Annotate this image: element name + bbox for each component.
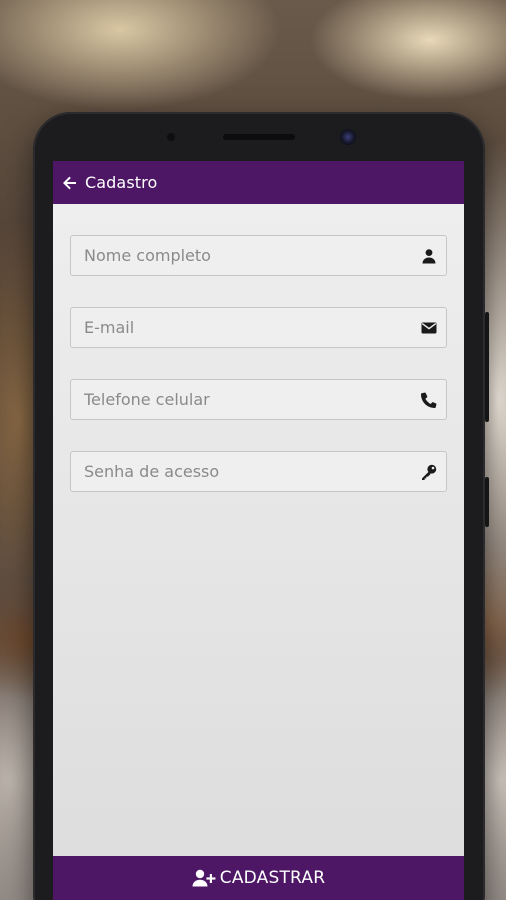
register-button-label: CADASTRAR <box>219 868 326 888</box>
envelope-icon <box>421 320 437 336</box>
power-button <box>485 477 489 527</box>
key-icon <box>421 464 437 480</box>
full-name-input[interactable] <box>71 236 446 275</box>
sensor-dot <box>167 133 175 141</box>
password-input[interactable] <box>71 452 446 491</box>
phone-field-wrapper <box>70 379 447 420</box>
app-screen: Cadastro Nome completo E-mail Telefone c… <box>53 161 464 900</box>
email-field-wrapper <box>70 307 447 348</box>
phone-icon <box>421 392 437 408</box>
password-field-wrapper <box>70 451 447 492</box>
volume-button <box>485 312 489 422</box>
mobile-phone-input[interactable] <box>71 380 446 419</box>
email-input[interactable] <box>71 308 446 347</box>
register-button[interactable]: CADASTRAR <box>53 856 464 900</box>
user-plus-icon <box>192 869 216 887</box>
arrow-left-icon[interactable] <box>62 175 78 191</box>
page-title: Cadastro <box>85 173 158 192</box>
app-bar: Cadastro <box>53 161 464 204</box>
signup-form <box>53 204 464 492</box>
name-field-wrapper <box>70 235 447 276</box>
front-camera <box>340 129 356 145</box>
earpiece-speaker <box>223 134 295 140</box>
user-icon <box>421 248 437 264</box>
